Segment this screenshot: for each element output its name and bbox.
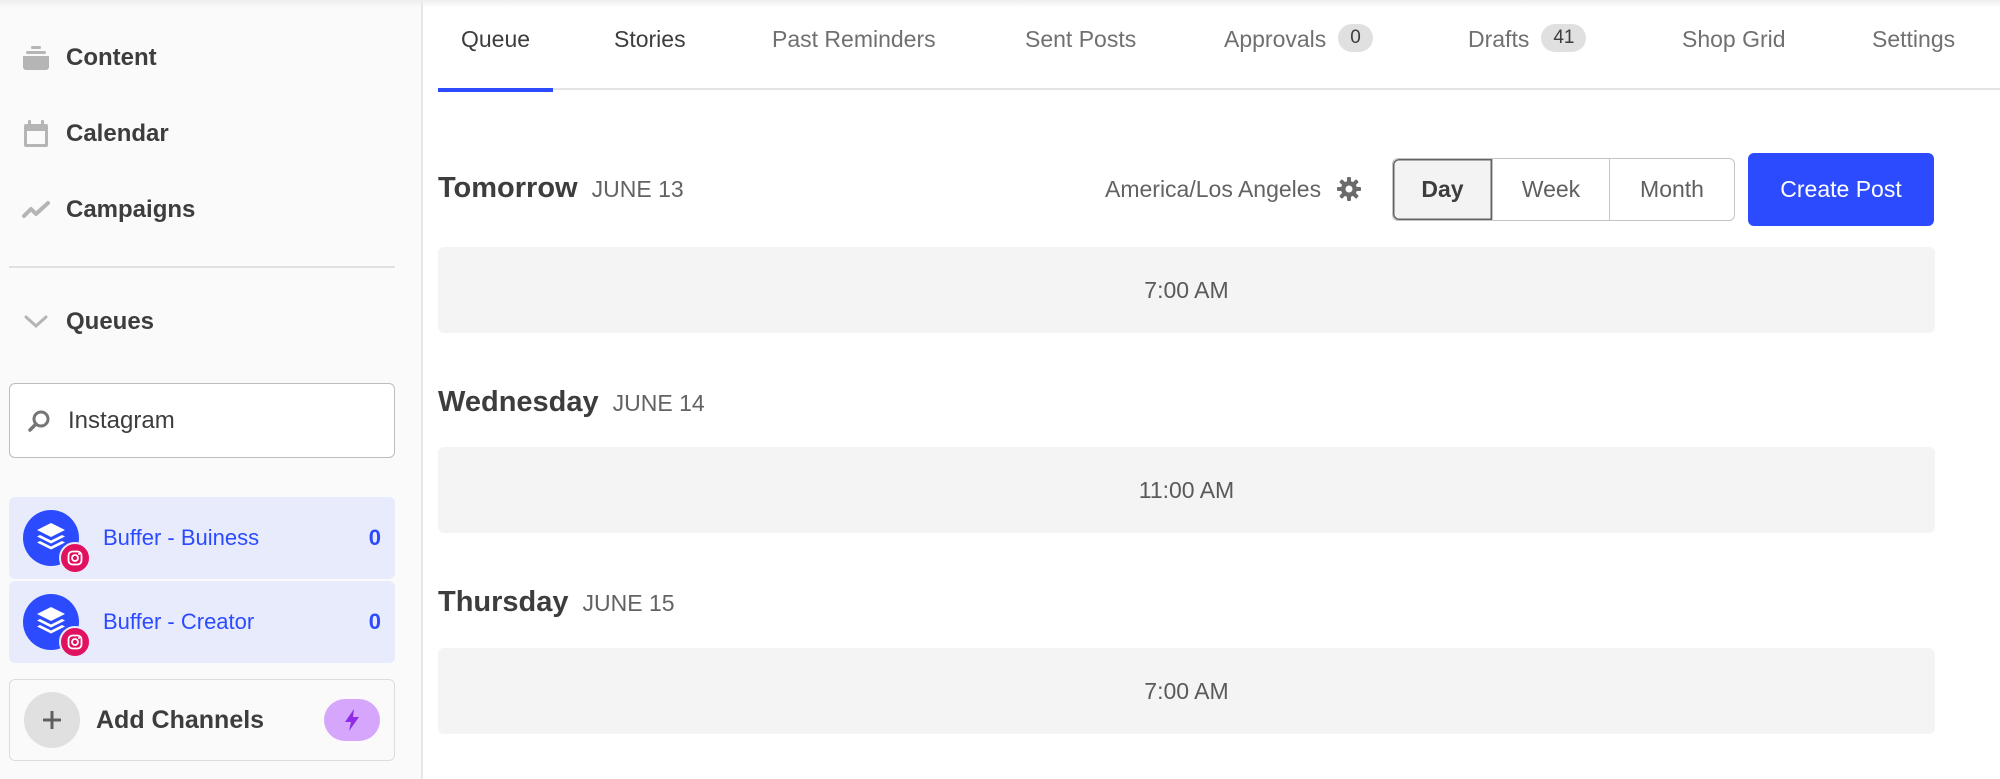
- tab-label: Past Reminders: [772, 26, 936, 52]
- search-icon: [26, 408, 52, 434]
- archive-box-icon: [22, 44, 50, 72]
- chevron-down-icon: [22, 308, 50, 336]
- channel-name: Buffer - Creator: [103, 609, 255, 634]
- lightning-bolt-icon[interactable]: [324, 699, 380, 741]
- time-slot[interactable]: 11:00 AM: [438, 447, 1935, 533]
- timezone-display: America/Los Angeles: [1105, 175, 1363, 203]
- day-date: JUNE 15: [582, 590, 675, 616]
- tab-settings[interactable]: Settings: [1872, 26, 1955, 90]
- tab-bar: Queue Stories Past Reminders Sent Posts …: [438, 0, 2000, 92]
- tab-label: Settings: [1872, 26, 1956, 52]
- calendar-icon: [22, 120, 50, 148]
- day-name: Tomorrow: [438, 172, 578, 204]
- tab-stories[interactable]: Stories: [614, 26, 686, 90]
- sidebar-item-calendar[interactable]: Calendar: [22, 114, 169, 154]
- day-header: Wednesday JUNE 14: [438, 386, 705, 419]
- sidebar-item-content[interactable]: Content: [22, 38, 157, 78]
- tab-approvals[interactable]: Approvals 0: [1224, 24, 1373, 90]
- tab-queue[interactable]: Queue: [438, 26, 553, 92]
- avatar: [23, 510, 91, 574]
- view-switcher: Day Week Month: [1392, 158, 1735, 221]
- sidebar-item-campaigns[interactable]: Campaigns: [22, 190, 195, 230]
- tab-past-reminders[interactable]: Past Reminders: [772, 26, 936, 90]
- channel-search-input[interactable]: [68, 406, 368, 435]
- channel-search-box: [9, 383, 395, 458]
- plus-icon: [24, 692, 80, 748]
- view-day-button[interactable]: Day: [1393, 159, 1492, 220]
- tab-sent-posts[interactable]: Sent Posts: [1025, 26, 1136, 90]
- time-slot-label: 7:00 AM: [1144, 677, 1229, 704]
- timezone-label: America/Los Angeles: [1105, 175, 1322, 202]
- channel-item[interactable]: Buffer - Creator 0: [9, 581, 395, 663]
- view-week-button[interactable]: Week: [1492, 159, 1609, 220]
- channel-item[interactable]: Buffer - Buiness 0: [9, 497, 395, 579]
- channel-name: Buffer - Buiness: [103, 525, 260, 550]
- day-header: Thursday JUNE 15: [438, 586, 675, 619]
- active-tab-indicator: [438, 88, 553, 92]
- time-slot[interactable]: 7:00 AM: [438, 247, 1935, 333]
- queues-label: Queues: [66, 308, 155, 335]
- avatar: [23, 594, 91, 658]
- sidebar-divider: [9, 266, 395, 268]
- approvals-count-badge: 0: [1338, 24, 1373, 52]
- gear-icon[interactable]: [1335, 175, 1363, 203]
- trend-line-icon: [22, 196, 50, 224]
- tab-shop-grid[interactable]: Shop Grid: [1682, 26, 1786, 90]
- tab-label: Shop Grid: [1682, 26, 1786, 52]
- channel-count: 0: [368, 609, 381, 634]
- time-slot-label: 7:00 AM: [1144, 276, 1229, 303]
- instagram-icon: [59, 626, 91, 658]
- tab-label: Drafts: [1468, 26, 1530, 52]
- sidebar-item-label: Campaigns: [66, 196, 196, 223]
- tab-label: Queue: [461, 26, 531, 52]
- tab-label: Sent Posts: [1025, 26, 1137, 52]
- instagram-icon: [59, 542, 91, 574]
- day-date: JUNE 13: [591, 176, 684, 202]
- time-slot[interactable]: 7:00 AM: [438, 648, 1935, 734]
- sidebar-item-label: Calendar: [66, 120, 169, 147]
- sidebar-item-label: Content: [66, 44, 157, 71]
- time-slot-label: 11:00 AM: [1138, 476, 1235, 503]
- create-post-button[interactable]: Create Post: [1748, 153, 1934, 226]
- day-header: Tomorrow JUNE 13: [438, 172, 684, 205]
- sidebar: Content Calendar Campaigns Queues Instag…: [0, 0, 423, 779]
- day-date: JUNE 14: [612, 390, 705, 416]
- tab-drafts[interactable]: Drafts 41: [1468, 24, 1587, 90]
- view-month-button[interactable]: Month: [1609, 159, 1734, 220]
- queues-section-toggle[interactable]: Queues: [22, 302, 154, 342]
- day-name: Wednesday: [438, 386, 599, 418]
- drafts-count-badge: 41: [1541, 24, 1587, 52]
- tab-label: Approvals: [1224, 26, 1327, 52]
- tab-label: Stories: [614, 26, 686, 52]
- add-channels-label: Add Channels: [96, 705, 265, 734]
- day-name: Thursday: [438, 586, 569, 618]
- channel-count: 0: [368, 525, 381, 550]
- add-channels-button[interactable]: Add Channels: [9, 679, 395, 761]
